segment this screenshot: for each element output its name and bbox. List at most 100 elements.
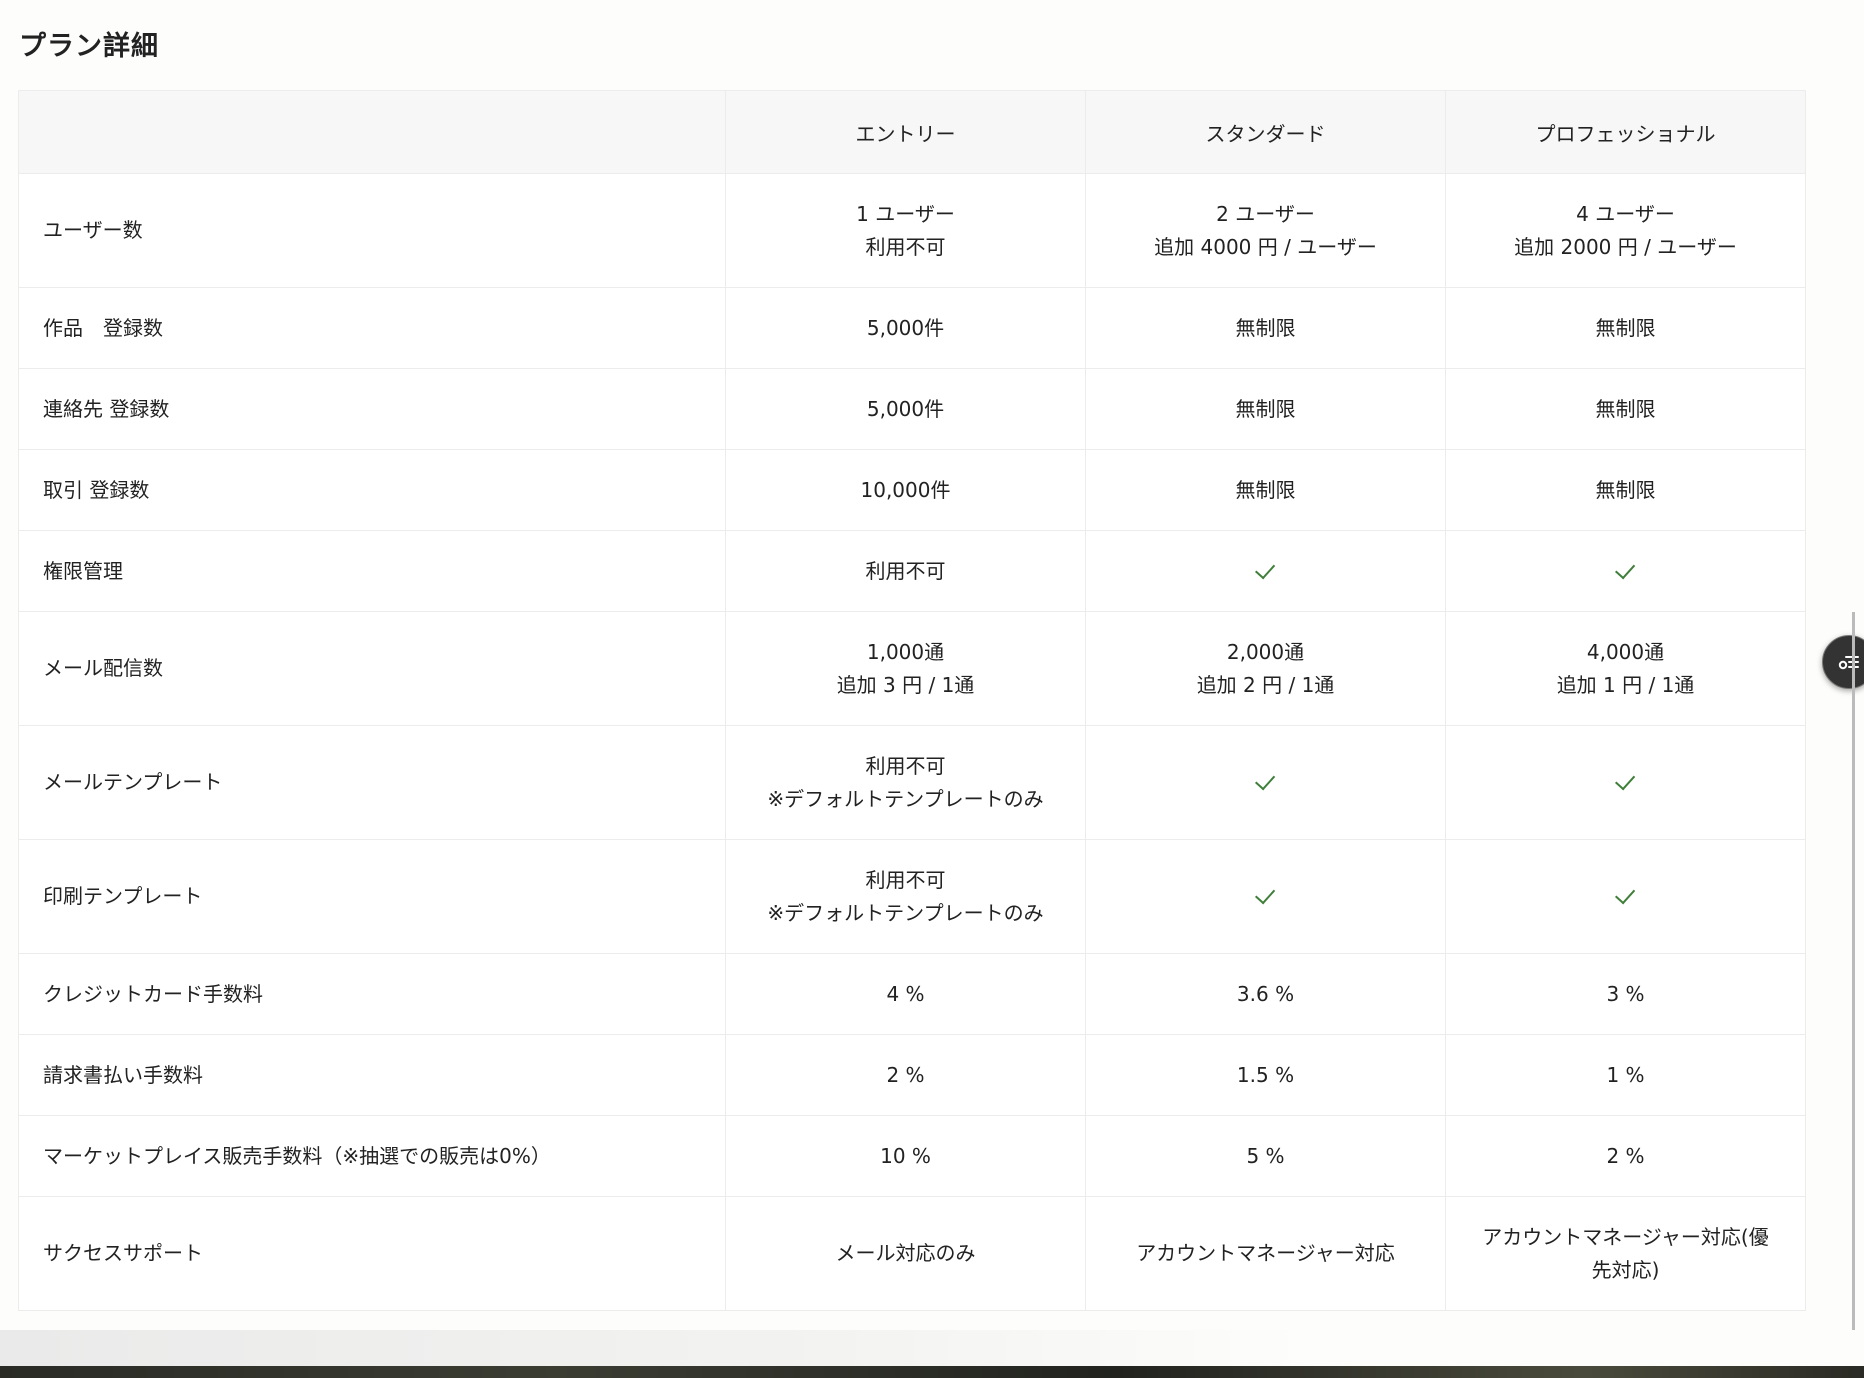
table-body: ユーザー数 1 ユーザー 利用不可 2 ユーザー 追加 4000 円 / ユーザー 4 ユ…	[18, 173, 1806, 1311]
plan-cell-entry: 4 %	[725, 953, 1086, 1035]
cell-line: 無制限	[1595, 315, 1656, 340]
table-row: 印刷テンプレート 利用不可 ※デフォルトテンプレートのみ	[18, 839, 1806, 954]
table-row: マーケットプレイス販売手数料（※抽選での販売は0%） 10 % 5 % 2 %	[18, 1115, 1806, 1197]
plan-cell-standard: 1.5 %	[1085, 1034, 1446, 1116]
list-settings-icon	[1838, 656, 1859, 670]
plan-cell-professional: 4 ユーザー 追加 2000 円 / ユーザー	[1445, 173, 1806, 288]
plan-cell-standard: 2,000通 追加 2 円 / 1通	[1085, 611, 1446, 726]
plan-cell-entry: 2 %	[725, 1034, 1086, 1116]
plan-cell-professional	[1445, 725, 1806, 840]
page-title: プラン詳細	[19, 31, 159, 62]
check-icon	[1614, 883, 1635, 905]
cell-line: 10,000件	[860, 477, 951, 502]
check-icon	[1614, 769, 1635, 791]
cell-line: 利用不可	[865, 558, 946, 583]
cell-line: 1 %	[1606, 1062, 1645, 1087]
feature-label: マーケットプレイス販売手数料（※抽選での販売は0%）	[18, 1115, 726, 1197]
table-row: 請求書払い手数料 2 % 1.5 % 1 %	[18, 1034, 1806, 1116]
cell-line: 3 %	[1606, 981, 1645, 1006]
cell-line: 4 ユーザー	[1576, 201, 1675, 226]
plan-cell-standard: 無制限	[1085, 368, 1446, 450]
cell-line: 無制限	[1595, 477, 1656, 502]
table-row: サクセスサポート メール対応のみ アカウントマネージャー対応 アカウントマネージャー対…	[18, 1196, 1806, 1311]
cell-line: 利用不可	[865, 753, 946, 778]
table-row: クレジットカード手数料 4 % 3.6 % 3 %	[18, 953, 1806, 1035]
cell-line: 利用不可	[865, 234, 946, 259]
plan-cell-standard	[1085, 725, 1446, 840]
cell-line: 2 ユーザー	[1216, 201, 1315, 226]
cell-line: 無制限	[1235, 396, 1296, 421]
scrollbar[interactable]	[1852, 612, 1855, 1342]
cell-line: 1,000通	[866, 639, 945, 664]
plan-cell-professional: 無制限	[1445, 287, 1806, 369]
plan-cell-standard	[1085, 530, 1446, 612]
cell-line: 無制限	[1235, 477, 1296, 502]
feature-label: サクセスサポート	[18, 1196, 726, 1311]
header-feature-cell	[18, 90, 726, 174]
cell-line: 1.5 %	[1236, 1062, 1295, 1087]
floating-action-button[interactable]	[1822, 635, 1864, 689]
feature-label: 取引 登録数	[18, 449, 726, 531]
table-row: 権限管理 利用不可	[18, 530, 1806, 612]
feature-label: メール配信数	[18, 611, 726, 726]
plan-cell-entry: 10 %	[725, 1115, 1086, 1197]
cell-line: アカウントマネージャー対応(優	[1482, 1224, 1769, 1249]
plan-cell-entry: 利用不可 ※デフォルトテンプレートのみ	[725, 839, 1086, 954]
plan-cell-standard	[1085, 839, 1446, 954]
bottom-image-strip	[0, 1366, 1864, 1378]
cell-line: 3.6 %	[1236, 981, 1295, 1006]
table-row: ユーザー数 1 ユーザー 利用不可 2 ユーザー 追加 4000 円 / ユーザー 4 ユ…	[18, 173, 1806, 288]
cell-line: 5,000件	[866, 396, 945, 421]
plan-cell-professional: 1 %	[1445, 1034, 1806, 1116]
plan-cell-professional: 無制限	[1445, 449, 1806, 531]
table-row: 連絡先 登録数 5,000件 無制限 無制限	[18, 368, 1806, 450]
feature-label: 権限管理	[18, 530, 726, 612]
check-icon	[1614, 558, 1635, 579]
feature-label: 連絡先 登録数	[18, 368, 726, 450]
cell-line: 2 %	[886, 1062, 925, 1087]
header-plan-standard: スタンダード	[1085, 90, 1446, 174]
plan-cell-professional	[1445, 530, 1806, 612]
plan-cell-professional: 4,000通 追加 1 円 / 1通	[1445, 611, 1806, 726]
plan-comparison-table: エントリー スタンダード プロフェッショナル ユーザー数 1 ユーザー 利用不可 2 …	[18, 90, 1806, 1311]
cell-line: ※デフォルトテンプレートのみ	[767, 786, 1044, 811]
check-icon	[1254, 769, 1275, 791]
feature-label: 作品 登録数	[18, 287, 726, 369]
plan-cell-entry: メール対応のみ	[725, 1196, 1086, 1311]
table-header-row: エントリー スタンダード プロフェッショナル	[18, 90, 1806, 174]
cell-line: ※デフォルトテンプレートのみ	[767, 900, 1044, 925]
plan-cell-entry: 1,000通追加 3 円 / 1通	[725, 611, 1086, 726]
plan-cell-entry: 10,000件	[725, 449, 1086, 531]
cell-line: アカウントマネージャー対応	[1136, 1241, 1395, 1265]
feature-label: ユーザー数	[18, 173, 726, 288]
cell-line: 先対応)	[1591, 1257, 1660, 1282]
plan-cell-professional: 2 %	[1445, 1115, 1806, 1197]
plan-cell-standard: 5 %	[1085, 1115, 1446, 1197]
plan-cell-entry: 利用不可 ※デフォルトテンプレートのみ	[725, 725, 1086, 840]
plan-cell-standard: 無制限	[1085, 449, 1446, 531]
cell-line: 4 %	[886, 981, 925, 1006]
feature-label: 請求書払い手数料	[18, 1034, 726, 1116]
feature-label: クレジットカード手数料	[18, 953, 726, 1035]
header-plan-entry: エントリー	[725, 90, 1086, 174]
cell-line: 無制限	[1595, 396, 1656, 421]
cell-line: 無制限	[1235, 315, 1296, 340]
table-row: メールテンプレート 利用不可 ※デフォルトテンプレートのみ	[18, 725, 1806, 840]
cell-line: 5,000件	[866, 315, 945, 340]
cell-line: 2 %	[1606, 1143, 1645, 1168]
plan-cell-standard: 2 ユーザー追加 4000 円 / ユーザー	[1085, 173, 1446, 288]
bottom-shadow	[0, 1330, 1864, 1366]
header-plan-professional: プロフェッショナル	[1445, 90, 1806, 174]
table-row: 作品 登録数 5,000件 無制限 無制限	[18, 287, 1806, 369]
cell-line: 追加 4000 円 / ユーザー	[1154, 234, 1377, 259]
cell-line: 10 %	[880, 1143, 931, 1168]
plan-cell-entry: 5,000件	[725, 368, 1086, 450]
check-icon	[1254, 558, 1275, 579]
cell-line: 追加 3 円 / 1通	[836, 672, 975, 697]
feature-label: メールテンプレート	[18, 725, 726, 840]
plan-cell-entry: 5,000件	[725, 287, 1086, 369]
plan-cell-professional	[1445, 839, 1806, 954]
plan-cell-standard: 無制限	[1085, 287, 1446, 369]
cell-line: 4,000通	[1586, 639, 1665, 664]
plan-cell-professional: 無制限	[1445, 368, 1806, 450]
